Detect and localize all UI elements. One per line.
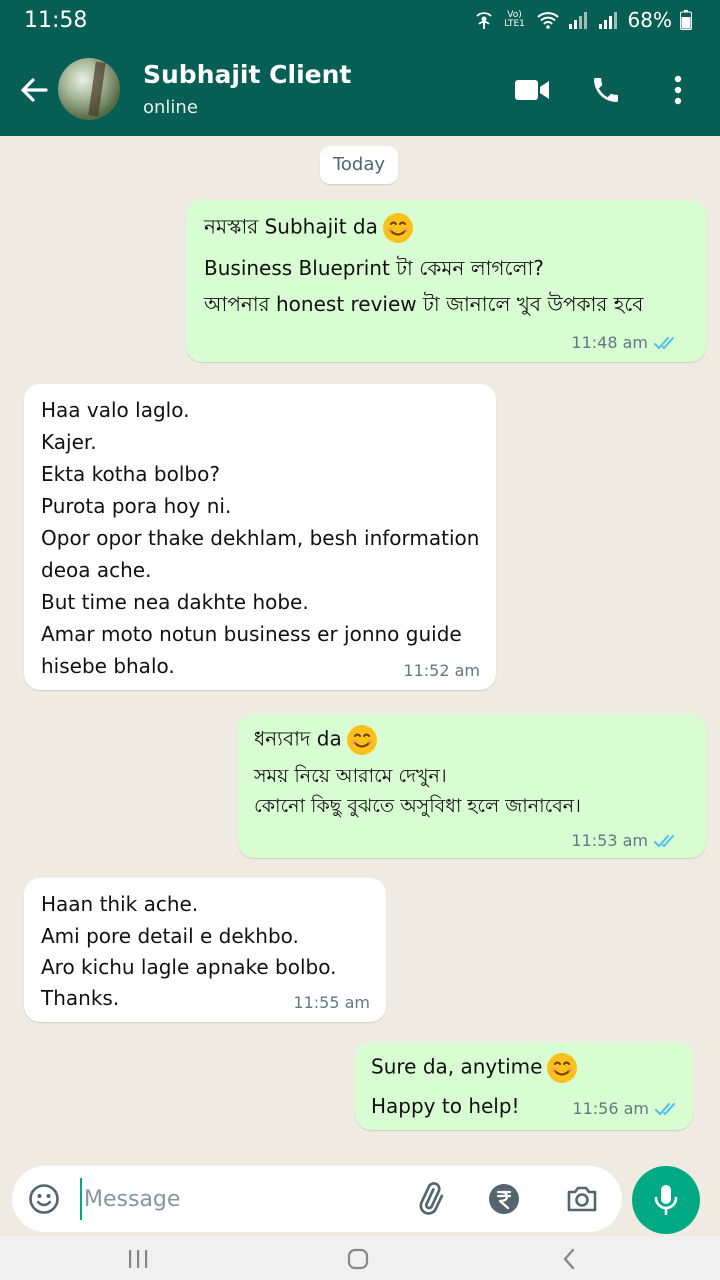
message-text: Opor opor thake dekhlam, besh informatio… — [41, 526, 480, 550]
message-bubble-outgoing[interactable]: ধন্যবাদ da সময় নিয়ে আরামে দেখুন। কোনো … — [238, 714, 706, 858]
message-text: Sure da, anytime — [371, 1054, 543, 1079]
chat-area[interactable]: Today নমস্কার Subhajit da Business Bluep… — [0, 136, 720, 1160]
smiling-face-emoji — [547, 1053, 578, 1083]
back-nav-button[interactable] — [550, 1244, 590, 1274]
camera-icon — [567, 1186, 597, 1212]
message-text: আপনার honest review টা জানালে খুব উপকার … — [204, 292, 644, 316]
double-check-read-icon — [654, 834, 674, 847]
message-time: 11:55 am — [293, 993, 370, 1012]
message-text: Amar moto notun business er jonno guide — [41, 622, 462, 646]
chat-header: 11:58 Vo) LTE1 68% Subhajit Client onlin… — [0, 0, 720, 136]
back-button[interactable] — [14, 70, 54, 110]
hotspot-icon — [475, 12, 492, 29]
message-text: Thanks. — [41, 986, 120, 1010]
message-time: 11:53 am — [571, 831, 648, 850]
chevron-left-icon — [563, 1248, 575, 1270]
status-time: 11:58 — [24, 8, 88, 33]
emoji-button[interactable] — [26, 1181, 62, 1217]
message-text: Purota pora hoy ni. — [41, 494, 232, 518]
message-composer — [12, 1166, 622, 1232]
message-text: Kajer. — [41, 430, 97, 454]
battery-icon — [680, 10, 692, 30]
wifi-icon — [536, 12, 559, 29]
message-input[interactable] — [80, 1178, 400, 1220]
status-bar: 11:58 Vo) LTE1 68% — [0, 0, 720, 44]
video-call-icon — [515, 80, 549, 100]
message-time: 11:56 am — [572, 1099, 649, 1118]
home-button[interactable] — [338, 1244, 378, 1274]
signal-icon-2 — [598, 12, 617, 29]
message-text: Ami pore detail e dekhbo. — [41, 924, 299, 948]
smiling-face-emoji — [346, 725, 377, 755]
message-text: Business Blueprint টা কেমন লাগলো? — [204, 256, 544, 280]
message-bubble-outgoing[interactable]: Sure da, anytime Happy to help! 11:56 am — [355, 1042, 693, 1130]
recent-apps-icon — [129, 1250, 148, 1268]
battery-percent: 68% — [627, 8, 672, 32]
message-text: কোনো কিছু বুঝতে অসুবিধা হলে জানাবেন। — [254, 795, 581, 817]
message-bubble-outgoing[interactable]: নমস্কার Subhajit da Business Blueprint ট… — [186, 200, 706, 362]
signal-icon — [568, 12, 587, 29]
avatar[interactable] — [58, 58, 120, 120]
message-bubble-incoming[interactable]: Haa valo laglo. Kajer. Ekta kotha bolbo?… — [24, 384, 496, 690]
contact-status: online — [143, 97, 198, 118]
message-text: deoa ache. — [41, 558, 152, 582]
menu-button[interactable] — [656, 70, 700, 110]
smiling-face-emoji — [382, 213, 413, 243]
rupee-icon — [489, 1184, 519, 1214]
voice-call-button[interactable] — [584, 70, 628, 110]
attach-button[interactable] — [412, 1181, 448, 1217]
message-text: Happy to help! — [371, 1094, 520, 1118]
message-text: নমস্কার Subhajit da — [204, 214, 378, 239]
mic-icon — [654, 1185, 678, 1215]
message-text: Haan thik ache. — [41, 892, 199, 916]
status-icons: Vo) LTE1 68% — [474, 8, 692, 32]
paperclip-icon — [419, 1182, 444, 1215]
double-check-read-icon — [655, 1102, 675, 1115]
message-time: 11:52 am — [403, 661, 480, 680]
smiley-icon — [29, 1184, 59, 1214]
date-chip: Today — [320, 146, 398, 184]
back-arrow-icon — [21, 78, 48, 102]
message-bubble-incoming[interactable]: Haan thik ache. Ami pore detail e dekhbo… — [24, 878, 386, 1022]
recent-apps-button[interactable] — [118, 1244, 158, 1274]
home-icon — [347, 1248, 369, 1270]
message-text: hisebe bhalo. — [41, 654, 175, 678]
message-text: Haa valo laglo. — [41, 398, 190, 422]
video-call-button[interactable] — [510, 70, 554, 110]
voice-message-button[interactable] — [632, 1166, 700, 1234]
phone-icon — [594, 78, 618, 102]
double-check-read-icon — [654, 336, 674, 349]
message-text: সময় নিয়ে আরামে দেখুন। — [254, 765, 447, 787]
message-text: ধন্যবাদ da — [254, 726, 342, 751]
message-time: 11:48 am — [571, 333, 648, 352]
contact-name[interactable]: Subhajit Client — [143, 60, 351, 89]
system-nav-bar — [0, 1236, 720, 1280]
app-bar: Subhajit Client online — [0, 50, 720, 130]
more-vert-icon — [674, 75, 682, 105]
message-text: Aro kichu lagle apnake bolbo. — [41, 955, 337, 979]
message-text: But time nea dakhte hobe. — [41, 590, 309, 614]
message-text: Ekta kotha bolbo? — [41, 462, 220, 486]
network-label: Vo) LTE1 — [504, 10, 525, 29]
camera-button[interactable] — [564, 1181, 600, 1217]
payment-button[interactable] — [486, 1181, 522, 1217]
